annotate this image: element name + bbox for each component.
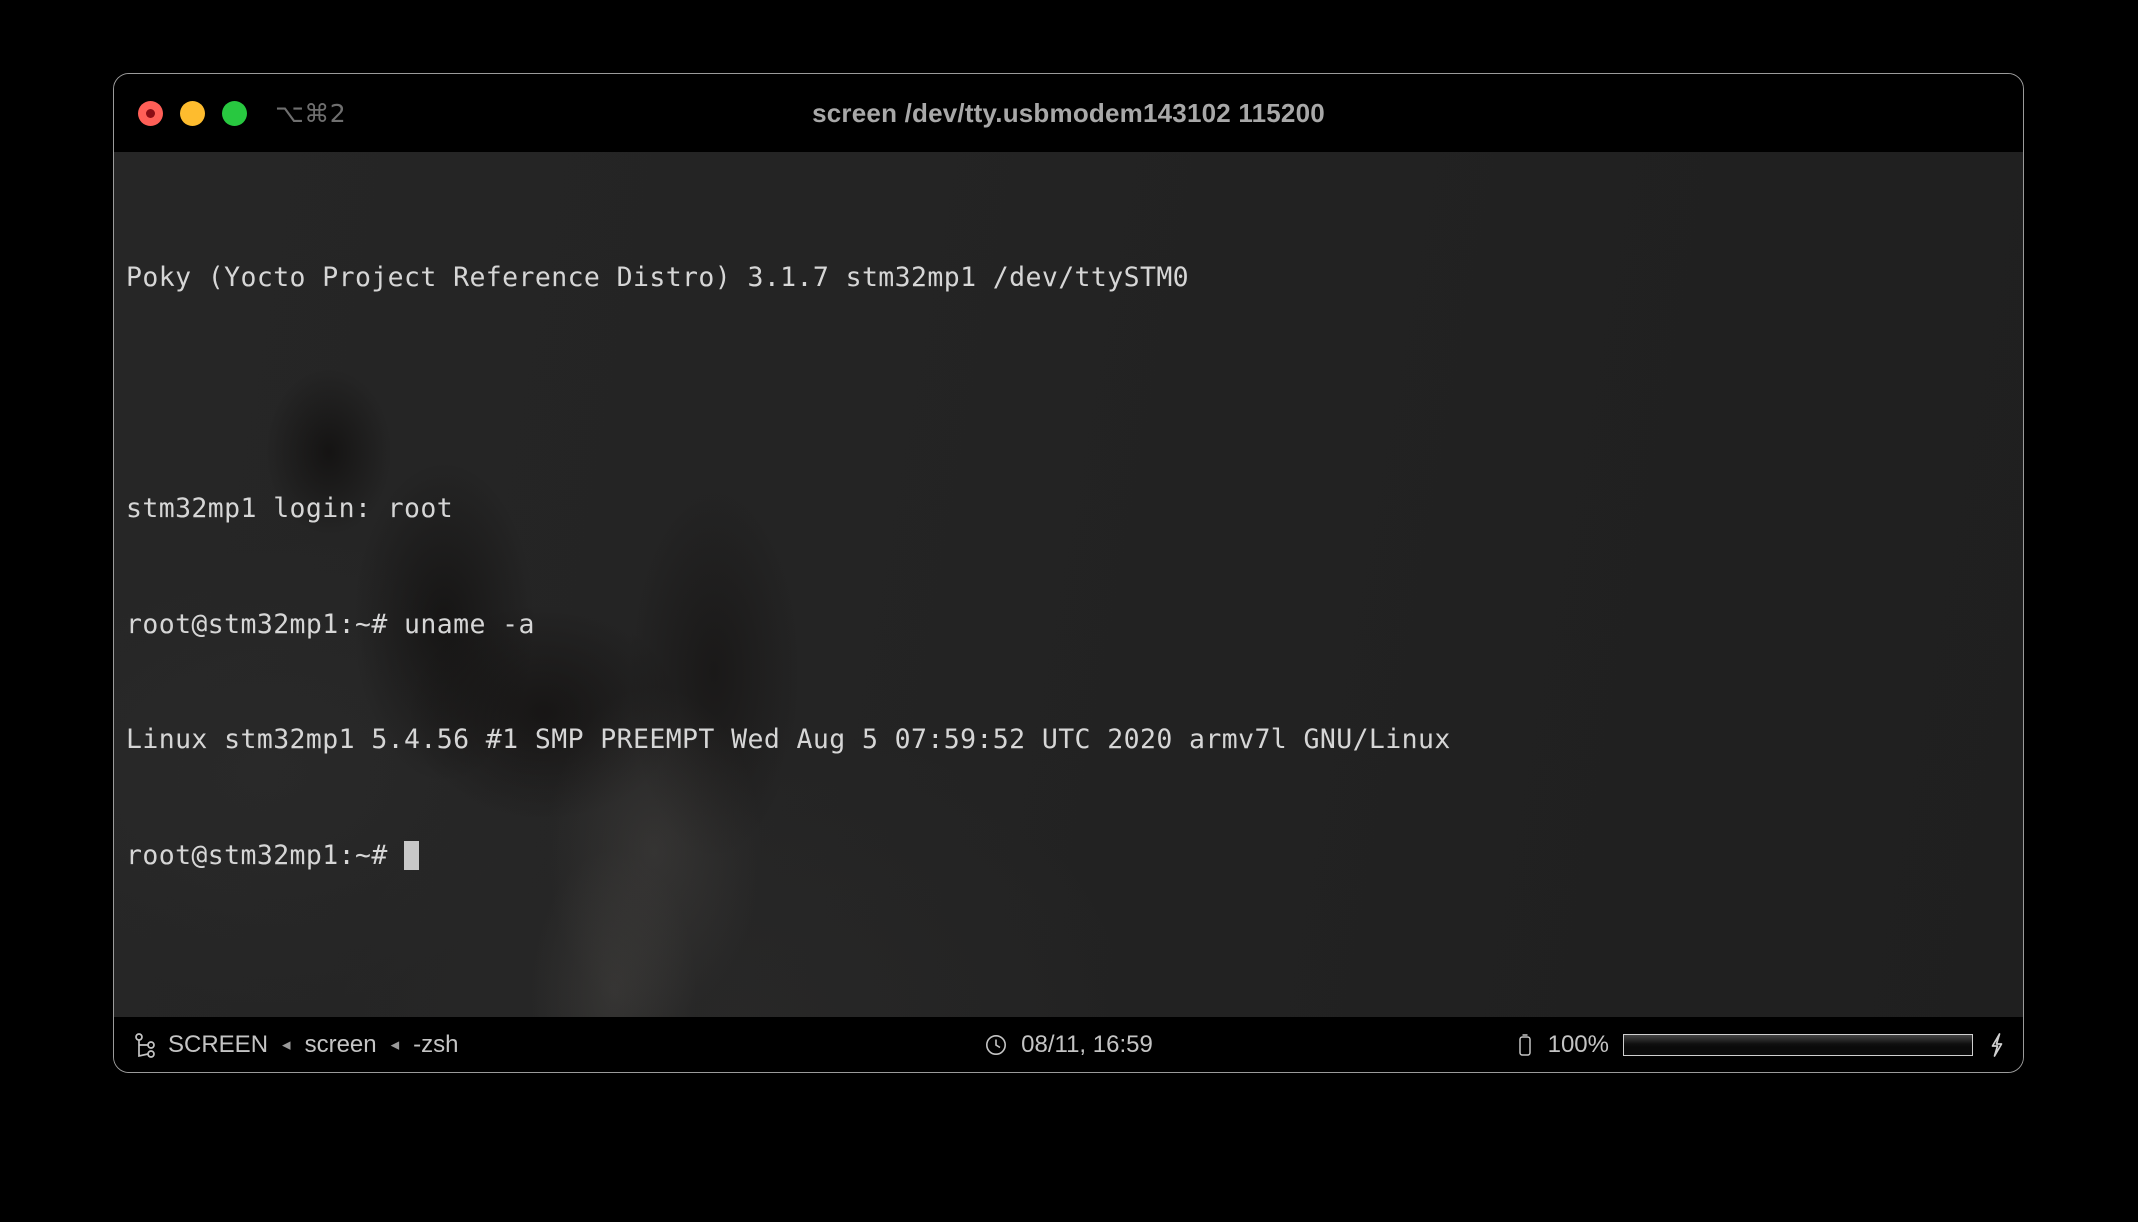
battery-level-fill — [1624, 1034, 1972, 1055]
terminal-line: stm32mp1 login: root — [126, 493, 454, 524]
traffic-light-buttons — [138, 100, 247, 126]
terminal-prompt: root@stm32mp1:~# — [126, 839, 405, 871]
close-window-button[interactable] — [138, 100, 163, 126]
status-bar: SCREEN ◂ screen ◂ -zsh 08/11, 16:59 100% — [114, 1017, 2023, 1072]
clock-icon — [984, 1033, 1008, 1057]
status-separator-icon: ◂ — [282, 1034, 291, 1054]
window-titlebar[interactable]: ⌥⌘2 screen /dev/tty.usbmodem143102 11520… — [114, 74, 2023, 152]
lightning-bolt-icon — [1987, 1031, 2007, 1059]
terminal-line: Poky (Yocto Project Reference Distro) 3.… — [126, 262, 1190, 293]
terminal-line: root@stm32mp1:~# uname -a — [126, 608, 535, 640]
terminal-cursor — [404, 840, 420, 870]
status-battery-percent: 100% — [1547, 1030, 1609, 1058]
maximize-window-button[interactable] — [222, 100, 247, 126]
status-battery-segment: 100% — [1516, 1017, 2007, 1072]
battery-icon — [1516, 1031, 1534, 1059]
status-separator-icon: ◂ — [390, 1034, 400, 1054]
window-title: screen /dev/tty.usbmodem143102 115200 — [812, 97, 1325, 128]
status-session-name: SCREEN — [168, 1030, 269, 1058]
status-session-segment[interactable]: SCREEN ◂ screen ◂ -zsh — [134, 1017, 459, 1072]
status-program-name: screen — [304, 1030, 377, 1058]
status-clock-value: 08/11, 16:59 — [1021, 1030, 1153, 1058]
terminal-window[interactable]: ⌥⌘2 screen /dev/tty.usbmodem143102 11520… — [113, 73, 2024, 1073]
terminal-line: Linux stm32mp1 5.4.56 #1 SMP PREEMPT Wed… — [126, 724, 1451, 755]
window-shortcut-label: ⌥⌘2 — [275, 98, 347, 128]
terminal-prompt-line[interactable]: root@stm32mp1:~# — [126, 837, 2023, 876]
terminal-output: Poky (Yocto Project Reference Distro) 3.… — [114, 152, 2023, 952]
battery-level-bar — [1623, 1033, 1973, 1056]
terminal-body[interactable]: Poky (Yocto Project Reference Distro) 3.… — [114, 152, 2023, 1017]
git-branch-icon — [134, 1032, 156, 1058]
minimize-window-button[interactable] — [180, 100, 205, 126]
status-shell-name: -zsh — [413, 1030, 459, 1058]
